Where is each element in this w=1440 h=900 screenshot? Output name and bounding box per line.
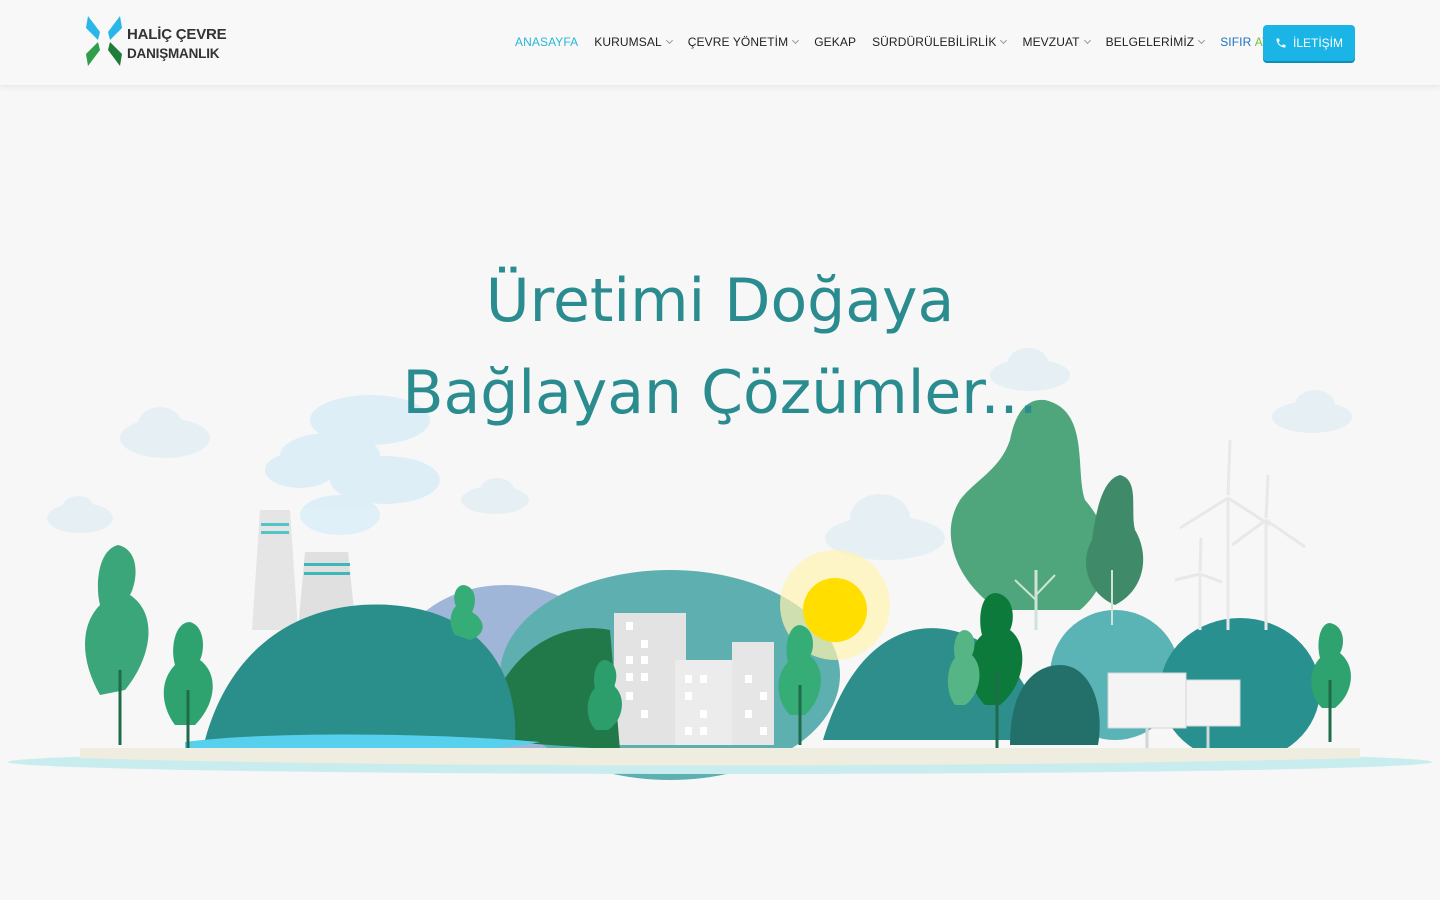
chevron-down-icon xyxy=(1198,36,1206,45)
chevron-down-icon xyxy=(1083,36,1091,45)
nav-item-mevzuat[interactable]: MEVZUAT xyxy=(1022,35,1091,49)
phone-icon xyxy=(1276,38,1286,48)
wind-turbine-icon xyxy=(1174,439,1306,630)
chevron-down-icon xyxy=(792,36,800,45)
brand-logo[interactable]: HALİÇ ÇEVRE DANIŞMANLIK xyxy=(84,14,234,70)
contact-button-label: İLETİŞİM xyxy=(1292,36,1343,50)
nav-item-belgelerimiz[interactable]: BELGELERİMİZ xyxy=(1106,35,1206,49)
nav-item-cevre-yonetim[interactable]: ÇEVRE YÖNETİM xyxy=(688,35,800,49)
chevron-down-icon xyxy=(1000,36,1008,45)
chevron-down-icon xyxy=(665,36,673,45)
nav-item-anasayfa[interactable]: ANASAYFA xyxy=(515,35,578,49)
hero-heading: Üretimi Doğaya Bağlayan Çözümler... xyxy=(0,255,1440,439)
nav-item-gekap[interactable]: GEKAP xyxy=(814,35,856,49)
logo-mark-icon xyxy=(86,16,122,66)
main-nav: ANASAYFA KURUMSAL ÇEVRE YÖNETİM GEKAP SÜ… xyxy=(515,33,1297,51)
brand-name-line1: HALİÇ ÇEVRE xyxy=(127,26,227,43)
hero-heading-line1: Üretimi Doğaya xyxy=(485,266,955,336)
nav-item-kurumsal[interactable]: KURUMSAL xyxy=(594,35,673,49)
brand-name-line2: DANIŞMANLIK xyxy=(127,46,220,61)
nav-item-surdurulebilirlik[interactable]: SÜRDÜRÜLEBİLİRLİK xyxy=(872,35,1008,49)
contact-button[interactable]: İLETİŞİM xyxy=(1263,25,1355,61)
site-header: HALİÇ ÇEVRE DANIŞMANLIK ANASAYFA KURUMSA… xyxy=(0,0,1440,85)
hero-heading-line2: Bağlayan Çözümler... xyxy=(402,358,1038,428)
